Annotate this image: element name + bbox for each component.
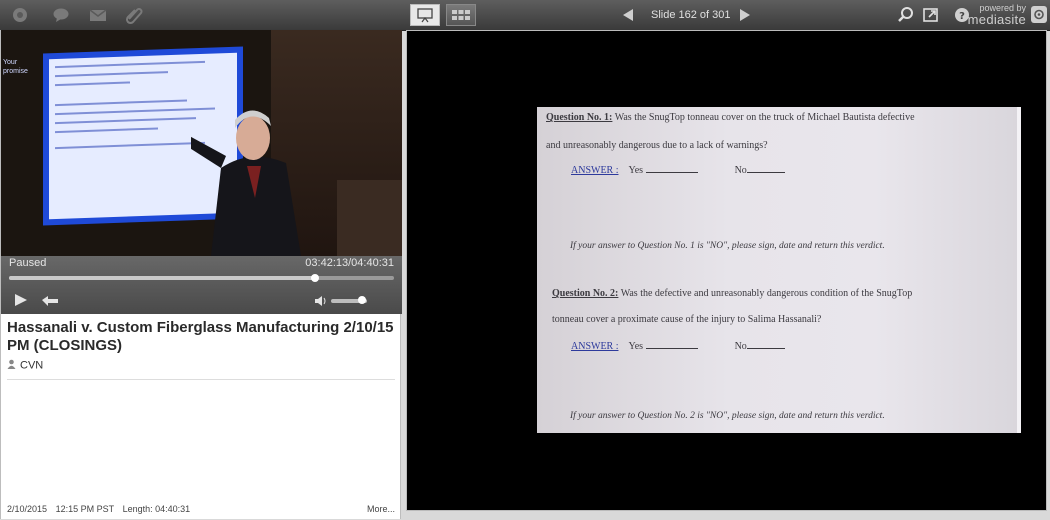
progress-knob[interactable]	[311, 274, 320, 282]
mediasite-logo-icon	[1029, 4, 1049, 24]
answer-2-no-blank	[746, 339, 785, 349]
more-link[interactable]: More...	[367, 504, 395, 514]
volume-knob[interactable]	[357, 296, 366, 304]
slide-image: Question No. 1: Was the SnugTop tonneau …	[537, 107, 1021, 433]
popout-icon[interactable]	[921, 5, 941, 25]
progress-fill	[9, 276, 316, 280]
mail-icon[interactable]	[88, 5, 108, 25]
question-1-line1: Was the SnugTop tonneau cover on the tru…	[614, 112, 915, 123]
video-screen-text: Your promise	[3, 59, 28, 75]
slide-panel: Question No. 1: Was the SnugTop tonneau …	[406, 30, 1047, 511]
presentation-date: 2/10/2015	[7, 504, 48, 514]
question-2-line1: Was the defective and unreasonably dange…	[620, 288, 913, 299]
timecode: 03:42:13/04:40:31	[305, 257, 394, 269]
video-frame[interactable]: Your promise	[1, 30, 402, 256]
presenter-row: CVN	[7, 359, 395, 380]
presentation-info: Hassanali v. Custom Fiberglass Manufactu…	[1, 314, 400, 519]
progress-bar[interactable]	[9, 274, 394, 282]
replay-button[interactable]	[41, 294, 59, 312]
volume-slider[interactable]	[331, 296, 367, 304]
player-controls: Paused 03:42:13/04:40:31	[1, 256, 402, 314]
playback-status: Paused	[9, 257, 47, 269]
next-slide-button[interactable]	[740, 9, 750, 21]
presentation-length: Length: 04:40:31	[122, 504, 191, 514]
presentation-title: Hassanali v. Custom Fiberglass Manufactu…	[7, 319, 394, 354]
slide-view-icon	[417, 8, 433, 23]
video-speaker	[191, 110, 301, 256]
question-1-line2: and unreasonably dangerous due to a lack…	[546, 140, 768, 151]
answer-2-label: ANSWER :	[571, 341, 619, 352]
answer-1-yes: Yes	[628, 165, 644, 176]
replay-icon	[42, 296, 58, 306]
slide-counter: Slide 162 of 301	[651, 9, 731, 21]
answer-1: ANSWER : Yes No	[571, 163, 785, 176]
question-1-note: If your answer to Question No. 1 is "NO"…	[570, 241, 885, 251]
question-1-label: Question No. 1:	[546, 112, 613, 123]
presentation-meta: 2/10/2015 12:15 PM PST Length: 04:40:31	[7, 504, 196, 514]
question-2-label: Question No. 2:	[552, 288, 619, 299]
search-icon[interactable]	[896, 5, 916, 25]
answer-2-no: No	[734, 341, 747, 352]
slide-view-button[interactable]	[410, 4, 440, 26]
answer-1-yes-blank	[645, 163, 698, 173]
presenter-name[interactable]: CVN	[20, 359, 43, 371]
grid-view-button[interactable]	[446, 4, 476, 26]
answer-2-yes: Yes	[628, 341, 644, 352]
answer-1-no: No	[734, 165, 747, 176]
top-toolbar: Slide 162 of 301 ? powered by mediasite	[0, 0, 1050, 31]
video-cabinet	[337, 180, 402, 256]
link-icon[interactable]	[124, 5, 144, 25]
question-2-note: If your answer to Question No. 2 is "NO"…	[570, 411, 885, 421]
answer-1-no-blank	[746, 163, 785, 173]
player-panel: Your promise Paused 03:42:13/04:40:31 Ha…	[0, 30, 402, 519]
play-icon	[15, 294, 27, 306]
volume-icon[interactable]	[314, 294, 328, 312]
question-2: Question No. 2: Was the defective and un…	[552, 287, 912, 301]
question-2-line2: tonneau cover a proximate cause of the i…	[552, 314, 822, 325]
home-icon[interactable]	[10, 5, 30, 25]
answer-2-yes-blank	[645, 339, 698, 349]
previous-slide-button[interactable]	[623, 9, 633, 21]
presentation-time: 12:15 PM PST	[55, 504, 115, 514]
svg-text:?: ?	[959, 11, 965, 22]
answer-1-label: ANSWER :	[571, 165, 619, 176]
answer-2: ANSWER : Yes No	[571, 339, 785, 352]
powered-by-mediasite: powered by mediasite	[967, 3, 1026, 27]
brand-label: mediasite	[967, 12, 1026, 27]
comment-icon[interactable]	[51, 5, 71, 25]
play-button[interactable]	[13, 292, 29, 313]
user-icon	[7, 359, 16, 372]
grid-view-icon	[452, 10, 470, 20]
slide-edge	[1017, 107, 1021, 433]
question-1: Question No. 1: Was the SnugTop tonneau …	[546, 111, 1016, 125]
